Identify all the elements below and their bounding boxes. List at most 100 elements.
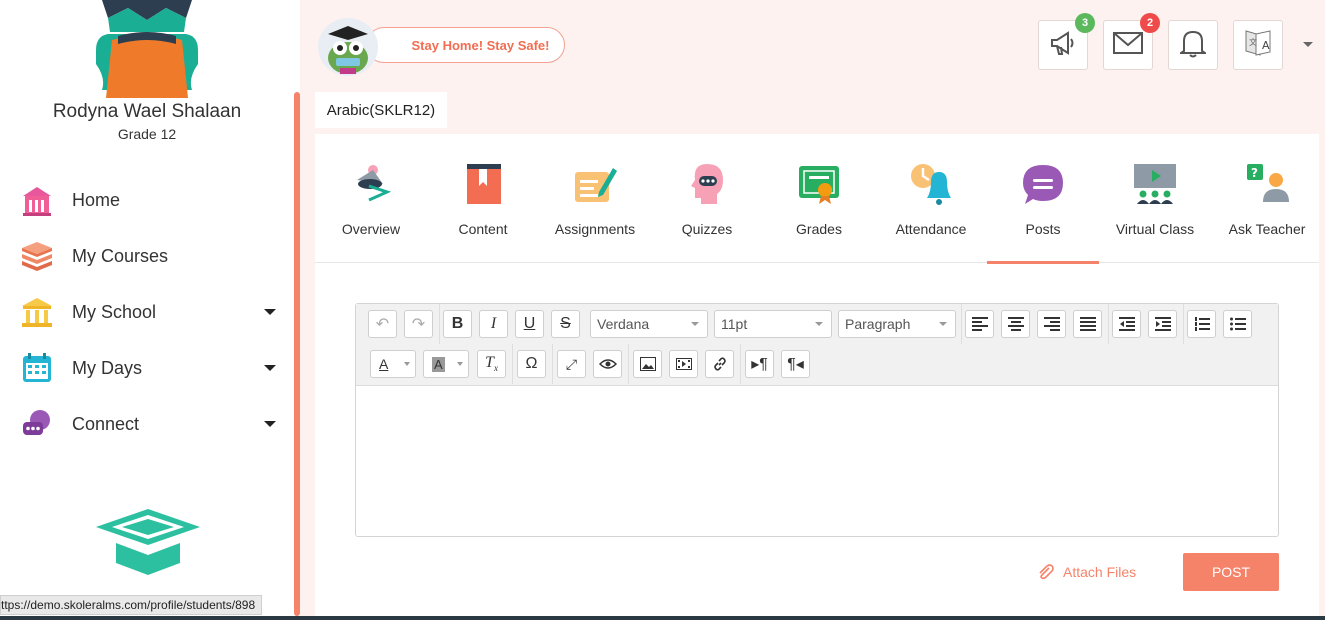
strikethrough-button[interactable]: S bbox=[551, 310, 580, 338]
attendance-icon bbox=[911, 164, 951, 205]
tab-grades[interactable]: Grades bbox=[763, 134, 875, 263]
italic-icon: I bbox=[490, 315, 497, 332]
image-icon bbox=[639, 357, 656, 371]
strikethrough-icon: S bbox=[560, 315, 571, 332]
school-icon bbox=[20, 295, 58, 329]
font-size-select[interactable]: 11pt bbox=[714, 310, 832, 338]
course-tab[interactable]: Arabic(SKLR12) bbox=[315, 92, 447, 128]
align-justify-button[interactable] bbox=[1073, 310, 1102, 338]
announcements-badge: 3 bbox=[1075, 13, 1095, 33]
bold-icon: B bbox=[451, 315, 464, 332]
messages-button[interactable]: 2 bbox=[1103, 13, 1160, 70]
tab-label: Content bbox=[458, 221, 508, 237]
attach-files-label: Attach Files bbox=[1063, 564, 1137, 580]
undo-button[interactable]: ↶ bbox=[368, 310, 397, 338]
user-name: Rodyna Wael Shalaan bbox=[52, 101, 242, 122]
bold-button[interactable]: B bbox=[443, 310, 472, 338]
align-left-button[interactable] bbox=[965, 310, 994, 338]
redo-icon: ↷ bbox=[411, 316, 426, 333]
insert-link-button[interactable] bbox=[705, 350, 734, 378]
notifications-button[interactable] bbox=[1168, 20, 1218, 70]
sidebar-item-label: Connect bbox=[72, 413, 140, 434]
align-center-button[interactable] bbox=[1001, 310, 1030, 338]
post-editor: ↶ ↷ B I U S Verdana 11pt Paragraph A A T… bbox=[355, 303, 1279, 537]
mascot-image bbox=[318, 18, 378, 76]
ltr-button[interactable]: ▸¶ bbox=[745, 350, 774, 378]
align-left-icon bbox=[971, 317, 988, 331]
sidebar-item-label: My Courses bbox=[72, 245, 169, 266]
books-icon bbox=[20, 239, 58, 273]
tab-label: Quizzes bbox=[681, 221, 733, 237]
tab-label: Posts bbox=[1025, 221, 1061, 237]
block-format-select[interactable]: Paragraph bbox=[838, 310, 956, 338]
sidebar-item-my-days[interactable]: My Days bbox=[20, 348, 286, 388]
tab-quizzes[interactable]: Quizzes bbox=[651, 134, 763, 263]
chat-icon bbox=[20, 407, 58, 441]
underline-button[interactable]: U bbox=[515, 310, 544, 338]
sidebar-item-connect[interactable]: Connect bbox=[20, 404, 286, 444]
align-right-button[interactable] bbox=[1037, 310, 1066, 338]
clear-formatting-button[interactable]: Tx bbox=[477, 350, 506, 378]
clear-formatting-icon: Tx bbox=[485, 354, 498, 374]
sidebar-item-label: Home bbox=[72, 189, 121, 210]
svg-text:?: ? bbox=[1251, 166, 1258, 180]
course-panel: Overview Content Assignments Quizzes Gra… bbox=[315, 134, 1319, 616]
insert-media-button[interactable] bbox=[669, 350, 698, 378]
svg-text:文: 文 bbox=[1249, 37, 1257, 47]
rtl-button[interactable]: ¶◂ bbox=[781, 350, 810, 378]
text-color-button[interactable]: A bbox=[370, 350, 416, 378]
sidebar: Rodyna Wael Shalaan Grade 12 Home My Cou… bbox=[0, 0, 300, 620]
outdent-button[interactable] bbox=[1112, 310, 1141, 338]
chevron-down-icon bbox=[264, 309, 276, 315]
tab-attendance[interactable]: Attendance bbox=[875, 134, 987, 263]
bell-icon bbox=[1177, 28, 1209, 63]
content-icon bbox=[467, 164, 501, 204]
grades-icon bbox=[799, 166, 839, 204]
insert-image-button[interactable] bbox=[633, 350, 662, 378]
sidebar-item-home[interactable]: Home bbox=[20, 180, 286, 220]
italic-button[interactable]: I bbox=[479, 310, 508, 338]
tab-virtual-class[interactable]: Virtual Class bbox=[1099, 134, 1211, 263]
undo-icon: ↶ bbox=[375, 316, 390, 333]
omega-icon: Ω bbox=[525, 355, 538, 372]
align-right-icon bbox=[1043, 317, 1060, 331]
preview-button[interactable] bbox=[593, 350, 622, 378]
outdent-icon bbox=[1118, 317, 1135, 331]
tab-label: Attendance bbox=[895, 221, 967, 237]
align-center-icon bbox=[1007, 317, 1024, 331]
sidebar-item-my-courses[interactable]: My Courses bbox=[20, 236, 286, 276]
underline-icon: U bbox=[523, 315, 536, 332]
eye-icon bbox=[598, 359, 617, 369]
link-icon bbox=[713, 357, 726, 371]
text-color-icon: A bbox=[379, 356, 389, 372]
tab-label: Ask Teacher bbox=[1228, 221, 1306, 237]
redo-button[interactable]: ↷ bbox=[404, 310, 433, 338]
numbered-list-button[interactable] bbox=[1187, 310, 1216, 338]
sidebar-item-my-school[interactable]: My School bbox=[20, 292, 286, 332]
bullet-list-button[interactable] bbox=[1223, 310, 1252, 338]
tab-assignments[interactable]: Assignments bbox=[539, 134, 651, 263]
editor-toolbar: ↶ ↷ B I U S Verdana 11pt Paragraph A A T… bbox=[356, 304, 1278, 386]
announcements-button[interactable]: 3 bbox=[1038, 13, 1095, 70]
tab-posts[interactable]: Posts bbox=[987, 134, 1099, 264]
posts-icon bbox=[1023, 165, 1063, 204]
background-color-button[interactable]: A bbox=[423, 350, 469, 378]
font-family-select[interactable]: Verdana bbox=[590, 310, 708, 338]
fullscreen-icon: ⤢ bbox=[565, 355, 578, 372]
post-button[interactable]: POST bbox=[1183, 553, 1279, 591]
tab-label: Assignments bbox=[554, 221, 636, 237]
indent-button[interactable] bbox=[1148, 310, 1177, 338]
sidebar-item-label: My School bbox=[72, 301, 157, 322]
tab-content[interactable]: Content bbox=[427, 134, 539, 263]
paperclip-icon bbox=[1039, 564, 1054, 580]
special-character-button[interactable]: Ω bbox=[517, 350, 546, 378]
tab-ask-teacher[interactable]: ? Ask Teacher bbox=[1211, 134, 1323, 263]
chevron-down-icon[interactable] bbox=[1303, 42, 1313, 47]
megaphone-icon bbox=[1048, 29, 1078, 62]
fullscreen-button[interactable]: ⤢ bbox=[557, 350, 586, 378]
tab-overview[interactable]: Overview bbox=[315, 134, 427, 263]
language-button[interactable]: A文 bbox=[1233, 20, 1283, 70]
course-tabs: Overview Content Assignments Quizzes Gra… bbox=[315, 134, 1319, 264]
post-text-area[interactable] bbox=[356, 387, 1278, 536]
attach-files-button[interactable]: Attach Files bbox=[1037, 562, 1136, 582]
